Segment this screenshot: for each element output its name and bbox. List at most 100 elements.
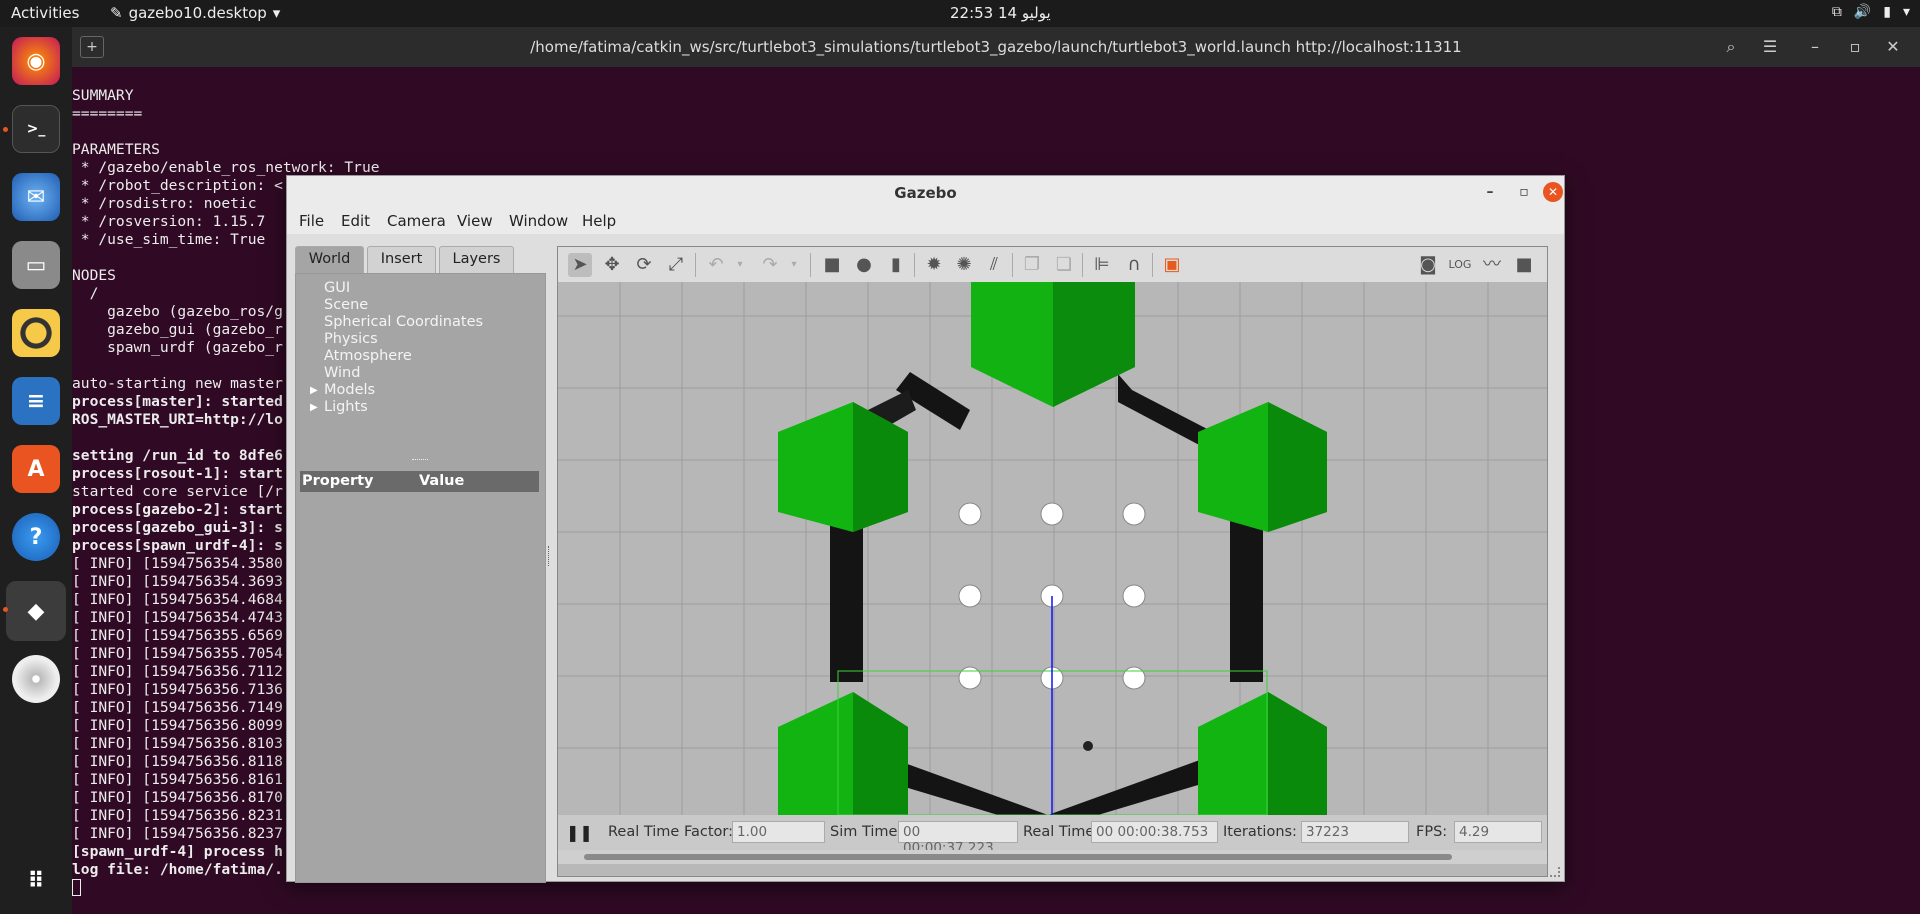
status-bar: ❚❚ Real Time Factor: 1.00 Sim Time: 00 0… xyxy=(558,815,1547,856)
align-icon[interactable]: ⊫ xyxy=(1090,253,1114,277)
hamburger-menu-icon[interactable]: ☰ xyxy=(1757,35,1783,59)
cylinder-shape-icon[interactable]: ▮ xyxy=(884,253,908,277)
3d-scene[interactable] xyxy=(558,282,1547,816)
tree-item-wind[interactable]: Wind xyxy=(324,365,360,381)
select-mode-icon[interactable]: ➤ xyxy=(568,253,592,277)
rotate-mode-icon[interactable]: ⟳ xyxy=(632,253,656,277)
dvd-icon[interactable] xyxy=(12,655,60,703)
menu-window[interactable]: Window xyxy=(509,212,568,230)
expand-arrow-icon[interactable]: ▶ xyxy=(310,402,318,413)
tree-item-atmosphere[interactable]: Atmosphere xyxy=(324,348,412,364)
scene-canvas xyxy=(558,282,1547,816)
terminal-line: ======== xyxy=(72,105,143,122)
search-icon[interactable]: ⌕ xyxy=(1718,35,1744,59)
show-apps-icon[interactable]: ⠿ xyxy=(12,857,60,905)
horizontal-scrollbar[interactable] xyxy=(558,850,1547,864)
gazebo-window[interactable]: Gazebo – ▫ ✕ File Edit Camera View Windo… xyxy=(286,175,1565,883)
scale-mode-icon[interactable]: ⤢ xyxy=(664,253,688,277)
tab-world[interactable]: World xyxy=(295,246,364,273)
clock[interactable]: 22:53 14 يوليو xyxy=(950,4,1051,22)
terminal-line: SUMMARY xyxy=(72,87,134,104)
system-tray[interactable]: ⧉ 🔊 ▮ ▾ xyxy=(1832,4,1910,20)
minimize-icon[interactable]: – xyxy=(1802,35,1828,59)
toolbar-separator xyxy=(695,253,696,277)
minimize-icon[interactable]: – xyxy=(1480,182,1500,202)
gazebo-icon[interactable]: ◆ xyxy=(6,581,66,641)
tab-insert[interactable]: Insert xyxy=(367,246,436,273)
rtf-value: 1.00 xyxy=(732,821,825,843)
point-light-icon[interactable]: ✹ xyxy=(922,253,946,277)
undo-history-icon[interactable]: ▾ xyxy=(728,253,752,277)
toolbar-separator xyxy=(914,253,915,277)
resize-grip-icon[interactable] xyxy=(1550,867,1560,877)
panel-splitter[interactable] xyxy=(548,546,552,566)
sim-time-value: 00 00:00:37.223 xyxy=(898,821,1018,856)
menu-help[interactable]: Help xyxy=(582,212,616,230)
redo-history-icon[interactable]: ▾ xyxy=(782,253,806,277)
close-icon[interactable]: ✕ xyxy=(1543,182,1563,202)
help-icon[interactable]: ? xyxy=(12,513,60,561)
pause-icon[interactable]: ❚❚ xyxy=(566,823,593,842)
directional-light-icon[interactable]: ⫽ xyxy=(982,253,1006,277)
menu-camera[interactable]: Camera xyxy=(387,212,446,230)
top-bar: Activities ✎ gazebo10.desktop ▾ 22:53 14… xyxy=(0,0,1920,27)
rhythmbox-icon[interactable] xyxy=(12,309,60,357)
iterations-label: Iterations: xyxy=(1223,824,1297,840)
plot-icon[interactable]: 〰 xyxy=(1480,253,1504,277)
world-tree[interactable]: GUI Scene Spherical Coordinates Physics … xyxy=(295,273,546,883)
gazebo-titlebar[interactable]: Gazebo – ▫ ✕ xyxy=(287,176,1564,208)
dock: ◉ >_ ✉ ▭ ≡ A ? ◆ ⠿ xyxy=(0,27,72,914)
chevron-down-icon: ▾ xyxy=(272,4,281,22)
terminal-icon[interactable]: >_ xyxy=(12,105,60,153)
undo-icon[interactable]: ↶ xyxy=(704,253,728,277)
thunderbird-icon[interactable]: ✉ xyxy=(12,173,60,221)
snap-icon[interactable]: ∩ xyxy=(1122,253,1146,277)
sphere-shape-icon[interactable]: ● xyxy=(852,253,876,277)
expand-arrow-icon[interactable]: ▶ xyxy=(310,385,318,396)
tree-item-lights[interactable]: Lights xyxy=(324,399,368,415)
firefox-icon[interactable]: ◉ xyxy=(12,37,60,85)
tree-item-gui[interactable]: GUI xyxy=(324,280,350,296)
close-icon[interactable]: ✕ xyxy=(1880,35,1906,59)
tree-item-physics[interactable]: Physics xyxy=(324,331,378,347)
video-record-icon[interactable]: ■ xyxy=(1512,253,1536,277)
gazebo-app-icon: ✎ xyxy=(110,4,123,22)
redo-icon[interactable]: ↷ xyxy=(758,253,782,277)
toolbar-separator xyxy=(1152,253,1153,277)
menu-file[interactable]: File xyxy=(299,212,324,230)
software-icon[interactable]: A xyxy=(12,445,60,493)
translate-mode-icon[interactable]: ✥ xyxy=(600,253,624,277)
scrollbar-thumb[interactable] xyxy=(584,854,1452,860)
terminal-title: /home/fatima/catkin_ws/src/turtlebot3_si… xyxy=(530,38,1462,56)
activities-button[interactable]: Activities xyxy=(11,4,79,22)
app-menu[interactable]: ✎ gazebo10.desktop ▾ xyxy=(110,4,280,22)
chevron-down-icon: ▾ xyxy=(1902,4,1910,20)
tab-layers[interactable]: Layers xyxy=(439,246,514,273)
files-icon[interactable]: ▭ xyxy=(12,241,60,289)
real-time-value: 00 00:00:38.753 xyxy=(1091,821,1218,843)
tree-item-models[interactable]: Models xyxy=(324,382,375,398)
libreoffice-writer-icon[interactable]: ≡ xyxy=(12,377,60,425)
maximize-icon[interactable]: ▫ xyxy=(1514,182,1534,202)
copy-icon[interactable]: ❐ xyxy=(1020,253,1044,277)
toolbar-separator xyxy=(1082,253,1083,277)
tree-item-scene[interactable]: Scene xyxy=(324,297,368,313)
network-icon: ⧉ xyxy=(1831,4,1842,20)
sim-time-label: Sim Time: xyxy=(830,824,903,840)
screenshot-icon[interactable]: ◙ xyxy=(1416,253,1440,277)
maximize-icon[interactable]: ▫ xyxy=(1842,35,1868,59)
tree-item-spherical-coordinates[interactable]: Spherical Coordinates xyxy=(324,314,483,330)
paste-icon[interactable]: ❏ xyxy=(1052,253,1076,277)
log-icon[interactable]: LOG xyxy=(1448,253,1472,277)
box-shape-icon[interactable]: ■ xyxy=(820,253,844,277)
spot-light-icon[interactable]: ✺ xyxy=(952,253,976,277)
real-time-label: Real Time: xyxy=(1023,824,1100,840)
splitter-handle[interactable] xyxy=(412,459,428,462)
fps-value: 4.29 xyxy=(1454,821,1542,843)
menu-view[interactable]: View xyxy=(457,212,493,230)
change-view-icon[interactable]: ▣ xyxy=(1160,253,1184,277)
iterations-value: 37223 xyxy=(1301,821,1409,843)
menu-edit[interactable]: Edit xyxy=(341,212,370,230)
gazebo-title: Gazebo xyxy=(894,184,957,202)
